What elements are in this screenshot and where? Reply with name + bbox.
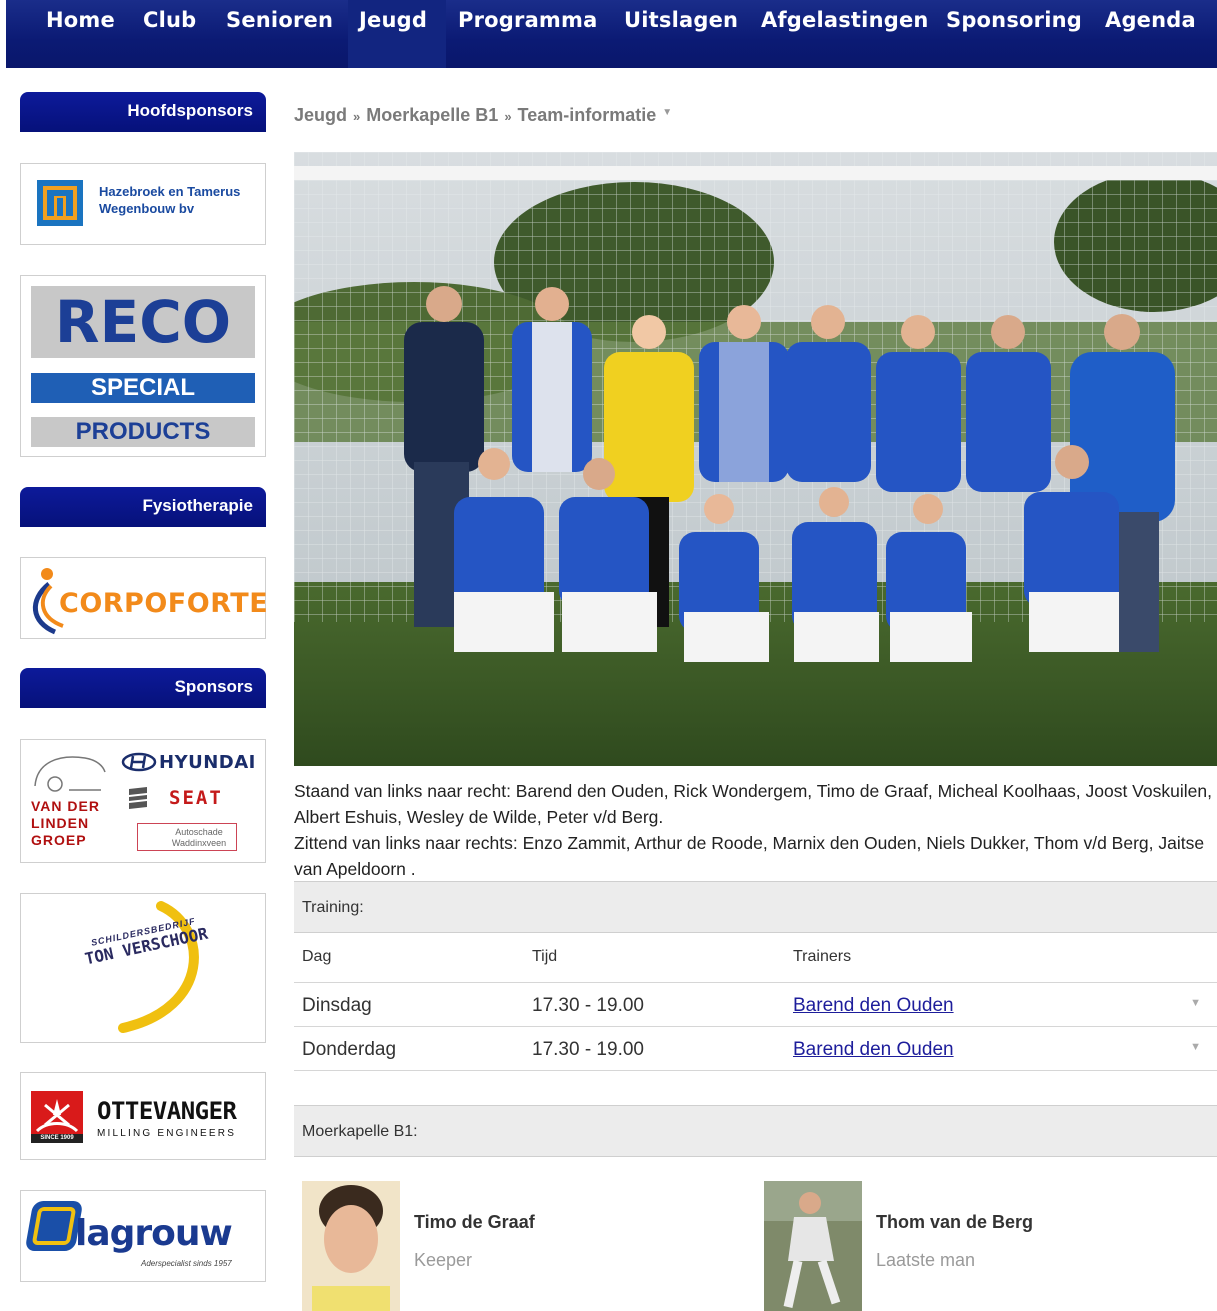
row-dag: Dinsdag: [302, 995, 372, 1016]
nav-home[interactable]: Home: [46, 8, 115, 32]
team-photo: [294, 152, 1217, 766]
reco-special: SPECIAL: [31, 373, 255, 403]
nav-club[interactable]: Club: [143, 8, 196, 32]
hazebroek-logo-icon: [37, 180, 83, 226]
player-role: Keeper: [414, 1250, 473, 1270]
nav-agenda[interactable]: Agenda: [1105, 8, 1196, 32]
row-dag: Donderdag: [302, 1039, 397, 1060]
lagrouw-tagline: Aderspecialist sinds 1957: [141, 1259, 232, 1268]
player-name[interactable]: Thom van de Berg: [876, 1212, 1033, 1233]
trainer-link[interactable]: Barend den Ouden: [793, 1039, 954, 1060]
sponsors-heading: Sponsors: [20, 668, 266, 708]
team-header: Moerkapelle B1:: [294, 1105, 1217, 1157]
row-tijd: 17.30 - 19.00: [532, 1039, 644, 1060]
sponsor-ottevanger[interactable]: SINCE 1909 OTTEVANGER MILLING ENGINEERS: [20, 1072, 266, 1160]
trainer-link[interactable]: Barend den Ouden: [793, 995, 954, 1016]
col-trainers: Trainers: [793, 948, 852, 965]
ottevanger-logo-icon: SINCE 1909: [31, 1091, 83, 1143]
table-row: Donderdag 17.30 - 19.00 Barend den Ouden…: [294, 1027, 1217, 1071]
ottevanger-name: OTTEVANGER: [97, 1097, 237, 1125]
vdl-line2: LINDEN: [31, 815, 90, 831]
hazebroek-name: Hazebroek en Tamerus: [99, 184, 241, 199]
sponsor-reco[interactable]: RECO SPECIAL PRODUCTS: [20, 275, 266, 457]
hazebroek-sub: Wegenbouw bv: [99, 201, 195, 216]
fysiotherapie-heading: Fysiotherapie: [20, 487, 266, 527]
reco-products: PRODUCTS: [31, 417, 255, 447]
breadcrumb-separator: »: [504, 109, 512, 124]
nav-senioren[interactable]: Senioren: [226, 8, 333, 32]
breadcrumb-jeugd[interactable]: Jeugd: [294, 105, 347, 125]
row-dropdown-icon[interactable]: ▼: [1190, 1041, 1201, 1053]
breadcrumb-separator: »: [353, 109, 361, 124]
nav-sponsoring[interactable]: Sponsoring: [946, 8, 1082, 32]
seat-logo-icon: [129, 787, 147, 809]
player-role: Laatste man: [876, 1250, 976, 1270]
training-header: Training:: [294, 881, 1217, 933]
sponsor-corpoforte[interactable]: CORPOFORTE: [20, 557, 269, 639]
training-columns: Dag Tijd Trainers: [294, 933, 1217, 983]
col-tijd: Tijd: [532, 948, 558, 965]
seat-name: SEAT: [169, 787, 223, 809]
autoschade-line2: Waddinxveen: [171, 838, 227, 848]
nav-jeugd[interactable]: Jeugd: [359, 8, 427, 32]
breadcrumb-dropdown-icon[interactable]: ▼: [662, 107, 672, 118]
sponsor-verschoor[interactable]: SCHILDERSBEDRIJF TON VERSCHOOR: [20, 893, 266, 1043]
player-photo[interactable]: [302, 1181, 400, 1311]
player-photo[interactable]: [764, 1181, 862, 1311]
car-outline-icon: [34, 756, 106, 792]
hoofdsponsors-heading: Hoofdsponsors: [20, 92, 266, 132]
row-dropdown-icon[interactable]: ▼: [1190, 997, 1201, 1009]
top-navigation: Home Club Senioren Jeugd Programma Uitsl…: [6, 0, 1217, 68]
autoschade-line1: Autoschade: [175, 827, 223, 837]
caption-standing: Staand van links naar recht: Barend den …: [294, 781, 1212, 827]
row-tijd: 17.30 - 19.00: [532, 995, 644, 1016]
breadcrumb-team[interactable]: Moerkapelle B1: [366, 105, 498, 125]
breadcrumb: Jeugd » Moerkapelle B1 » Team-informatie ▼: [294, 105, 672, 126]
photo-caption: Staand van links naar recht: Barend den …: [294, 778, 1217, 882]
vdl-line1: VAN DER: [31, 798, 100, 814]
reco-title: RECO: [31, 286, 255, 358]
vdl-line3: GROEP: [31, 832, 87, 848]
nav-programma[interactable]: Programma: [458, 8, 597, 32]
caption-sitting: Zittend van links naar rechts: Enzo Zamm…: [294, 833, 1205, 879]
ottevanger-sub: MILLING ENGINEERS: [97, 1128, 237, 1139]
hyundai-logo-icon: [121, 752, 157, 772]
corpoforte-name: CORPOFORTE: [59, 588, 269, 619]
sponsor-vanderlinden[interactable]: VAN DER LINDEN GROEP HYUNDAI SEAT Autosc…: [20, 739, 266, 863]
nav-afgelastingen[interactable]: Afgelastingen: [761, 8, 929, 32]
col-dag: Dag: [302, 948, 332, 965]
nav-uitslagen[interactable]: Uitslagen: [624, 8, 738, 32]
lagrouw-name: lagrouw: [75, 1213, 233, 1254]
table-row: Dinsdag 17.30 - 19.00 Barend den Ouden ▼: [294, 983, 1217, 1027]
sponsor-lagrouw[interactable]: lagrouw Aderspecialist sinds 1957: [20, 1190, 266, 1282]
sponsor-hazebroek[interactable]: Hazebroek en Tamerus Wegenbouw bv: [20, 163, 266, 245]
player-name[interactable]: Timo de Graaf: [414, 1212, 535, 1233]
ottevanger-since: SINCE 1909: [40, 1135, 74, 1141]
breadcrumb-current[interactable]: Team-informatie: [518, 105, 657, 125]
hyundai-name: HYUNDAI: [159, 752, 256, 773]
